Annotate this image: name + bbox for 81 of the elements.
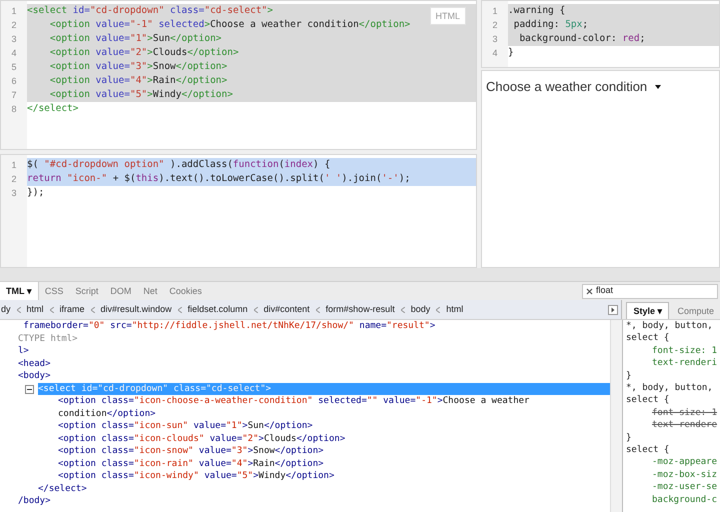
line-number: 1 [491,5,498,18]
style-rule-line: select { [626,394,670,407]
style-rule-line: text-renderi [651,357,718,370]
breadcrumb-item[interactable]: html [446,302,464,316]
style-rule-line: -moz-box-siz [651,468,718,482]
code-line: }); [27,186,46,200]
tree-node[interactable]: <body> [18,370,57,382]
scrollbar[interactable] [610,320,622,512]
line-number: 4 [491,47,498,60]
chevron-icon [90,306,95,312]
breadcrumb-item[interactable]: body [410,302,430,316]
devtools-tab[interactable]: DOM [104,282,138,300]
line-number: 3 [10,187,18,200]
chevron-icon [316,306,320,312]
collapse-icon[interactable] [24,384,34,394]
tree-node[interactable]: l> [18,345,35,358]
side-tab[interactable]: Compute [671,303,720,319]
code-editor[interactable] [0,0,477,150]
tree-node[interactable]: <option class="icon-clouds" value="2">Clouds</option> [58,432,352,445]
line-number: 2 [10,173,18,186]
chevron-icon [400,306,405,312]
devtools-tab[interactable]: Script [69,282,104,300]
devtools-tab[interactable]: TML ▾ [0,282,39,300]
code-editor[interactable]: 1 2 3 4 .warning { padding: 5px; background-color: red; } [481,0,720,68]
devtools-tab[interactable]: Cookies [163,282,208,300]
chevron-icon [16,306,21,312]
line-number: 4 [10,47,18,60]
line-number: 2 [10,19,18,32]
tree-node[interactable]: /body> [18,495,51,508]
style-rule-line: text-rendere [651,419,718,432]
tree-node[interactable]: <head> [18,358,57,370]
tree-node[interactable]: <option class="icon-sun" value="1">Sun</option> [58,420,319,432]
side-tab[interactable]: Style ▾ [626,302,670,319]
devtools-tab[interactable]: Net [137,282,164,300]
line-number: 5 [10,61,18,74]
line-number: 1 [10,5,18,18]
search-field[interactable]: float [582,284,718,298]
line-number: 8 [10,103,18,116]
devtools-tab[interactable]: CSS [38,282,70,300]
line-number: 6 [10,75,18,88]
tree-node[interactable]: <option class="icon-rain" value="4">Rain</option> [58,458,330,470]
breadcrumb-item[interactable]: dy [1,302,11,316]
weather-dropdown[interactable]: Choose a weather condition [486,77,662,96]
breadcrumb-item[interactable]: iframe [60,302,85,316]
style-rule-line: select { [626,332,670,345]
style-rule-line: *, body, button, [626,382,714,394]
style-rule-line: } [626,370,632,382]
style-rule-line: select { [626,444,670,456]
style-rule-line: -moz-appeare [651,456,718,469]
breadcrumb-item[interactable]: html [26,302,44,316]
chevron-icon [436,306,440,312]
style-rule-line: background-c [651,494,718,506]
line-number: 3 [10,33,18,46]
caret-icon [655,84,662,89]
style-rule-line: font-size: 1 [651,344,718,358]
tree-node[interactable]: <option class="icon-snow" value="3">Snow</option> [58,445,330,458]
tree-node[interactable]: </select> [38,482,87,495]
breadcrumb-item[interactable]: div#content [264,302,310,316]
line-number: 2 [491,19,498,32]
style-rule-line: *, body, button, [626,320,714,332]
chevron-icon [50,306,54,312]
breadcrumb-item[interactable]: form#show-result [326,302,395,316]
breadcrumb-item[interactable]: div#result.window [100,302,172,316]
scroll-right-icon[interactable] [608,304,618,314]
tree-node[interactable]: CTYPE html> [18,332,84,345]
code-line: } [508,46,515,60]
style-rule-line: -moz-user-se [651,481,718,494]
line-number: 1 [10,159,18,172]
tree-node[interactable]: frameborder="0" src="http://fiddle.jshell.net/tNhKe/17/show/" name="result"> [18,320,442,332]
style-rule-line: } [626,432,632,444]
tree-node[interactable]: <option class="icon-windy" value="5">Windy</option> [58,470,340,482]
language-label: HTML [430,7,466,25]
code-editor[interactable]: 1 2 3 $( "#cd-dropdown option" ).addClass(function(index) { return "icon-" + $(this).text().toLowerCase().split(' ').join('-'); }); [0,154,477,268]
chevron-icon [178,306,182,312]
chevron-icon [254,306,258,312]
close-icon[interactable] [586,288,593,294]
line-number: 3 [491,33,498,46]
code-line: </select> [27,102,80,116]
style-rule-line: font-size: 1 [651,406,718,420]
breadcrumb-item[interactable]: fieldset.column [188,302,248,316]
line-number: 7 [10,89,18,102]
